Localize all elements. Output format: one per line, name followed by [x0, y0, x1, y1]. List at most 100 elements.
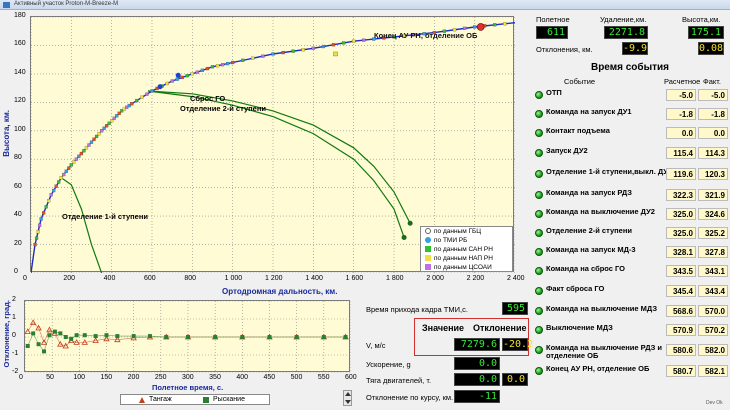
annotation-sbros-go: Сброс ГО — [190, 94, 226, 103]
legend-marker-square — [425, 264, 431, 271]
trajectory-point — [49, 193, 53, 197]
flight-label: Полетное — [536, 15, 570, 24]
trajectory-point — [503, 22, 507, 26]
data-point-ryskanie — [186, 335, 190, 339]
event-calc-time: 322.3 — [666, 189, 696, 201]
status-indicator-icon — [535, 326, 543, 334]
scroll-down-icon[interactable] — [345, 400, 351, 404]
y-tick-label: 0 — [12, 332, 16, 339]
trajectory-point — [291, 49, 295, 53]
data-point-ryskanie — [47, 333, 52, 338]
event-calc-time: 345.4 — [666, 285, 696, 297]
deviation-value-2: 0.08 — [698, 42, 724, 55]
legend-item: по данным САН РН — [425, 246, 493, 253]
trajectory-point — [220, 63, 225, 67]
data-point-ryskanie — [63, 335, 68, 339]
data-point-ryskanie — [93, 334, 98, 339]
events-col-fact: Факт. — [703, 77, 721, 86]
events-title: Время события — [590, 62, 670, 73]
current-position-marker — [476, 23, 485, 31]
event-row: Запуск ДУ2 115.4 114.3 — [532, 146, 728, 164]
event-row: Команда на сброс ГО 343.5 343.1 — [532, 264, 728, 282]
scroll-up-icon[interactable] — [345, 392, 351, 396]
legend-marker-circle — [425, 228, 431, 235]
trajectory-point — [39, 217, 43, 221]
trajectory-point — [84, 146, 89, 150]
trajectory-point — [493, 23, 497, 27]
small-chart-legend: Тангаж Рыскание — [120, 394, 270, 405]
event-name: Команда на выключение РДЗ и отделение ОБ — [546, 343, 663, 360]
data-point-ryskanie — [240, 335, 245, 339]
event-name: Отделение 2-й ступени — [546, 226, 632, 235]
status-indicator-icon — [535, 267, 543, 275]
app-icon — [3, 2, 10, 8]
trajectory-point — [170, 79, 174, 83]
data-point-ryskanie — [104, 333, 109, 338]
status-text: Dev Ok — [706, 400, 723, 406]
trajectory-point — [210, 65, 215, 69]
trajectory-point — [94, 134, 99, 139]
event-name: Команда на запуск МД-3 — [546, 245, 636, 254]
trajectory-point — [362, 38, 366, 42]
event-calc-time: 325.0 — [666, 227, 696, 239]
y-tick-label: 60 — [14, 182, 22, 190]
height-value: 175.1 — [688, 26, 724, 39]
thrust-deviation: 0.0 — [502, 373, 528, 386]
trajectory-point — [33, 242, 37, 247]
x-tick-label: 400 — [103, 275, 116, 282]
trajectory-point — [89, 140, 94, 144]
trajectory-point — [57, 180, 61, 184]
tmi-time-label: Время прихода кадра ТМИ,с. — [366, 305, 468, 314]
event-name: Факт сброса ГО — [546, 284, 605, 293]
trajectory-point — [311, 46, 315, 50]
trajectory-point — [231, 60, 235, 65]
data-point-ryskanie — [267, 335, 272, 339]
trajectory-point — [180, 75, 184, 80]
event-fact-time: 325.2 — [698, 227, 728, 239]
small-chart-plot — [24, 300, 351, 373]
event-fact-time: 327.8 — [698, 246, 728, 258]
legend-marker-square — [425, 246, 431, 253]
trajectory-point — [200, 68, 205, 72]
y-tick-label: 140 — [14, 68, 26, 76]
event-fact-time: -5.0 — [698, 89, 728, 101]
x-tick-label: 1 200 — [265, 275, 283, 282]
event-row: Команда на запуск РДЗ 322.3 321.9 — [532, 188, 728, 206]
trajectory-point — [165, 81, 169, 86]
tmi-time-value: 595 — [502, 302, 528, 315]
y-tick-label: 160 — [14, 40, 26, 48]
event-fact-time: 120.3 — [698, 168, 728, 180]
data-point-ryskanie — [25, 344, 30, 348]
data-point-ryskanie — [82, 333, 87, 338]
x-tick-label: 50 — [46, 374, 54, 381]
v-label: V, м/с — [366, 341, 386, 350]
trajectory-point — [69, 163, 73, 167]
legend-marker-triangle — [139, 397, 145, 403]
x-tick-label: 1 600 — [345, 275, 364, 282]
main-chart-area: Высота, км. Ортодромная дальность, км. К… — [0, 10, 530, 300]
deviation-value-1: -9.9 — [622, 42, 648, 55]
course-value: -11 — [454, 390, 500, 403]
trajectory-point — [190, 72, 194, 76]
small-chart-area: Отклонение, град. Полетное время, с. Тан… — [0, 296, 362, 410]
x-tick-label: 600 — [144, 275, 156, 282]
scroll-arrows[interactable] — [343, 390, 352, 406]
trajectory-point — [195, 70, 199, 74]
y-tick-label: 1 — [12, 314, 16, 321]
y-tick-label: 40 — [14, 211, 22, 219]
x-tick-label: 200 — [63, 275, 76, 282]
status-indicator-icon — [535, 210, 543, 218]
status-indicator-icon — [535, 229, 543, 237]
thrust-value: 0.0 — [454, 373, 500, 386]
data-point-ryskanie — [294, 335, 299, 339]
legend-item: по ТМИ РБ — [425, 237, 467, 244]
y-tick-label: 120 — [14, 97, 26, 105]
x-tick-label: 250 — [154, 374, 167, 381]
event-name: Запуск ДУ2 — [546, 146, 588, 155]
y-tick-label: -1 — [12, 350, 19, 357]
header-values: Полетное 611 Удаление,км. 2271.8 Высота,… — [530, 10, 730, 62]
status-indicator-icon — [535, 110, 543, 118]
event-calc-time: 119.6 — [666, 168, 696, 180]
x-tick-label: 600 — [345, 374, 357, 381]
data-point-ryskanie — [147, 334, 152, 339]
